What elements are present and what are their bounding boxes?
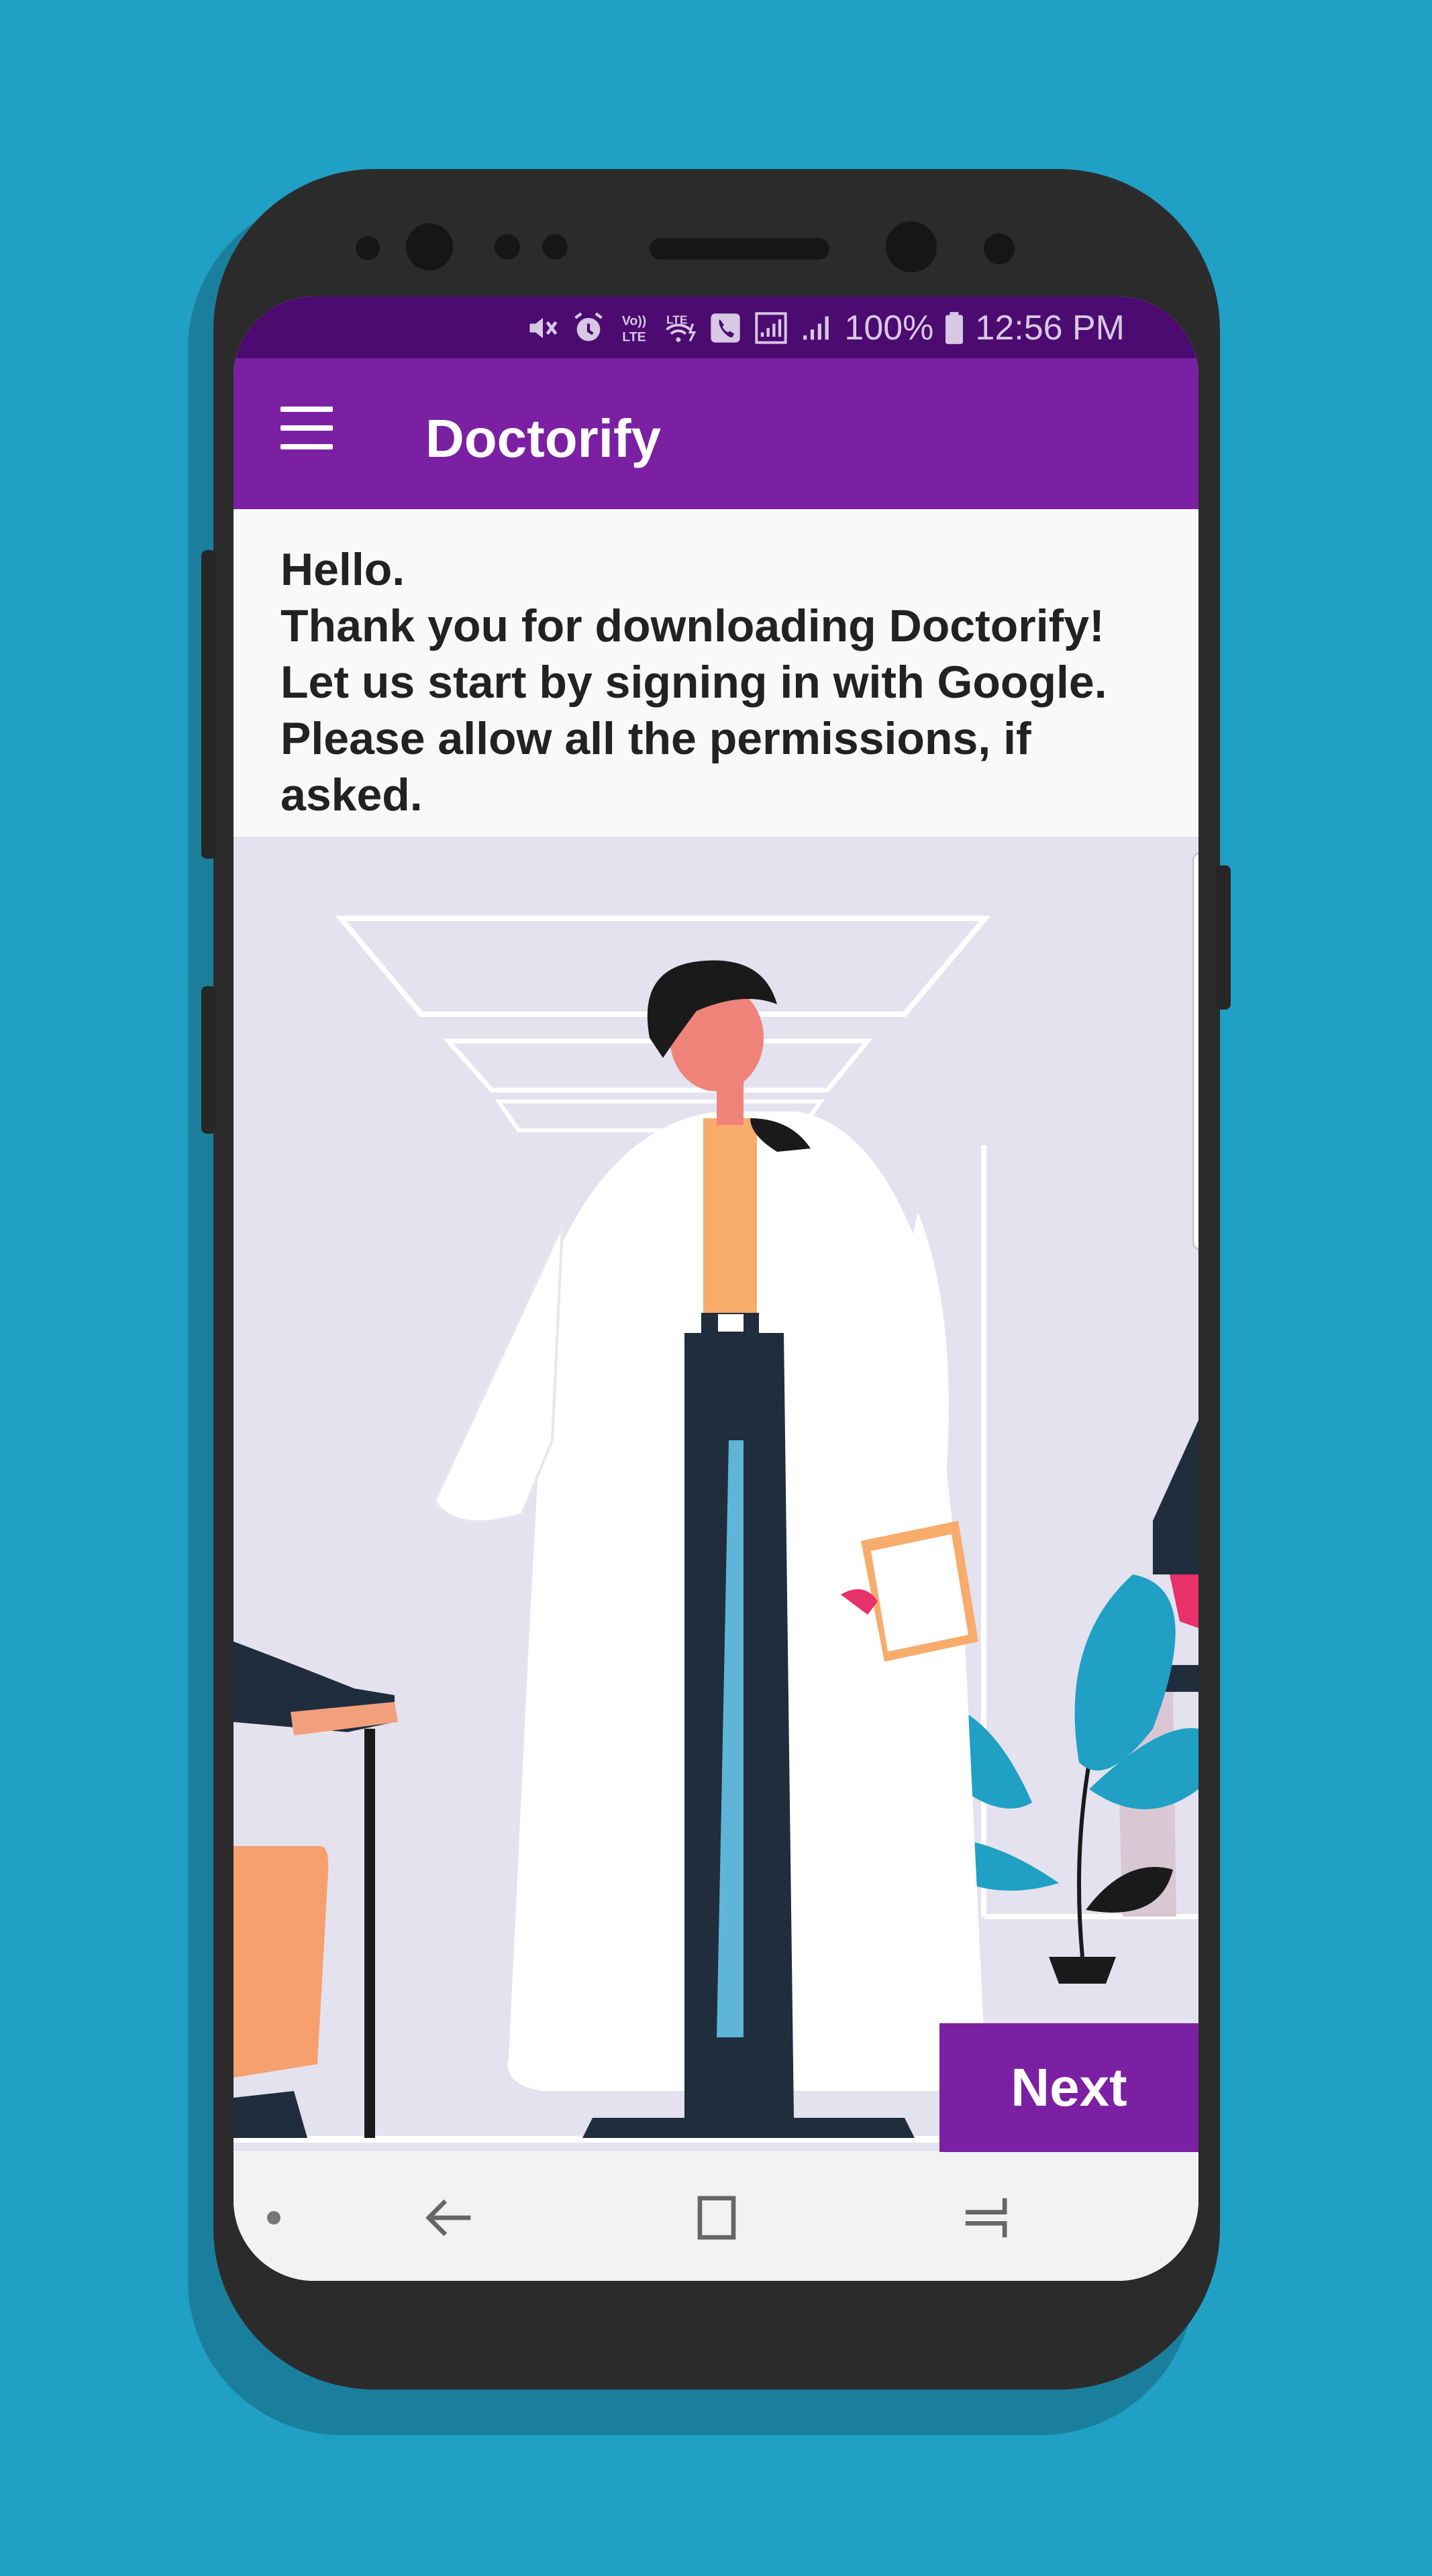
call-icon [707, 311, 744, 345]
sensor-dot [356, 236, 380, 260]
status-icons: Vo)) LTE LTE 100% 12:56 PM [525, 305, 1125, 352]
doctor-illustration [234, 837, 1198, 2151]
app-title: Doctorify [425, 409, 662, 468]
battery-percent: 100% [844, 309, 934, 347]
status-bar: Vo)) LTE LTE 100% 12:56 PM [234, 297, 1198, 358]
app-bar: Doctorify [234, 358, 1198, 509]
bixby-button [201, 986, 216, 1134]
front-camera [406, 223, 453, 270]
doctor-illustration-graphic [234, 837, 1198, 2151]
mute-icon [525, 311, 561, 345]
signal-sim1-icon [753, 311, 789, 345]
sensor-dot [495, 234, 520, 260]
alarm-icon [570, 311, 607, 345]
clock: 12:56 PM [975, 309, 1125, 347]
wifi-lte-icon: LTE [662, 311, 698, 345]
volte-icon: Vo)) LTE [616, 311, 652, 345]
dot-icon[interactable] [254, 2184, 294, 2251]
welcome-line: Let us start by signing in with Google. [280, 657, 1107, 708]
screen: Vo)) LTE LTE 100% 12:56 PM Doctorify Hel… [234, 297, 1198, 2281]
recents-icon[interactable] [952, 2184, 1019, 2251]
sensor-dot [542, 234, 568, 260]
earpiece-speaker [650, 238, 829, 260]
svg-text:Vo)): Vo)) [622, 314, 646, 329]
volume-button [201, 550, 216, 859]
navigation-bar [234, 2152, 1198, 2281]
welcome-line: Please allow all the permissions, if ask… [280, 713, 1031, 820]
next-button[interactable]: Next [939, 2023, 1198, 2152]
welcome-line: Hello. [280, 544, 405, 595]
welcome-line: Thank you for downloading Doctorify! [280, 600, 1105, 651]
iris-scanner [886, 221, 937, 272]
power-button [1216, 865, 1231, 1010]
menu-icon[interactable] [280, 407, 333, 449]
back-icon[interactable] [415, 2184, 482, 2251]
svg-text:LTE: LTE [623, 330, 646, 345]
signal-sim2-icon [799, 311, 835, 345]
battery-icon [943, 311, 966, 345]
sensor-dot [984, 233, 1015, 264]
home-icon[interactable] [683, 2184, 750, 2251]
